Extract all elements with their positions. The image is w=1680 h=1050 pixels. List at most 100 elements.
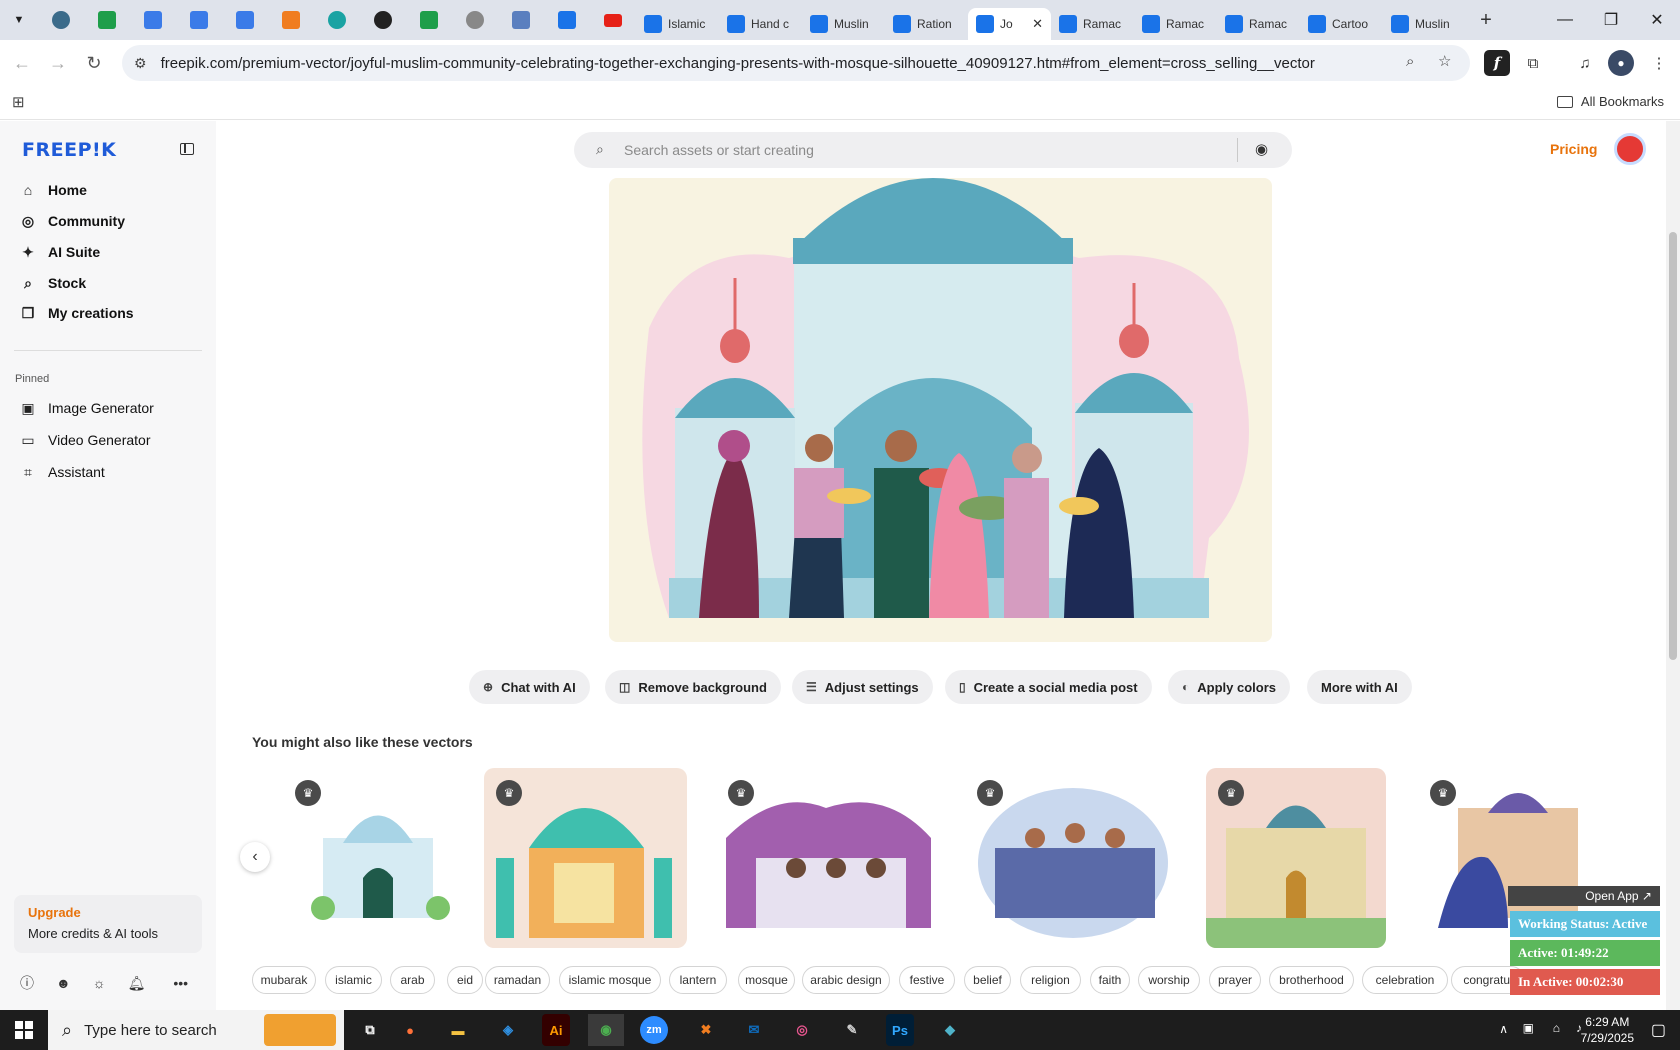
tray-chevron-icon[interactable]: ∧ <box>1499 1022 1508 1036</box>
windows-start-button[interactable] <box>0 1010 48 1050</box>
tag-chip[interactable]: belief <box>964 966 1011 994</box>
pricing-link[interactable]: Pricing <box>1550 141 1597 157</box>
url-text[interactable]: freepik.com/premium-vector/joyful-muslim… <box>161 55 1315 72</box>
ai-action-remove-background[interactable]: ◫ Remove background <box>605 670 781 704</box>
freepik-logo[interactable]: FREEP!K <box>22 139 116 161</box>
sidebar-item-home[interactable]: ⌂ Home <box>20 178 87 202</box>
ai-action-chat-with-ai[interactable]: ⊕ Chat with AI <box>469 670 590 704</box>
pinned-tab-qr[interactable] <box>498 0 544 40</box>
font-extension-icon[interactable]: f <box>1484 50 1510 76</box>
related-thumb[interactable]: ♛ <box>1206 768 1386 948</box>
chrome-icon[interactable]: ◉ <box>588 1014 624 1046</box>
bookmark-star-icon[interactable]: ☆ <box>1438 52 1451 70</box>
open-app-button[interactable]: Open App ↗ <box>1508 886 1660 906</box>
sidebar-item-my-creations[interactable]: ❐ My creations <box>20 301 134 325</box>
tag-chip[interactable]: mubarak <box>252 966 316 994</box>
pinned-tab-sheets-2[interactable] <box>406 0 452 40</box>
restore-button[interactable]: ❐ <box>1588 0 1634 40</box>
pinned-tab-docs-3[interactable] <box>222 0 268 40</box>
close-window-button[interactable]: ✕ <box>1634 0 1680 40</box>
ai-action-apply-colors[interactable]: ◐ Apply colors <box>1168 670 1290 704</box>
browser-tab[interactable]: Ramac <box>1134 8 1217 40</box>
zoom-app-icon[interactable]: zm <box>640 1016 668 1044</box>
pinned-tab-chatgpt[interactable] <box>360 0 406 40</box>
pinned-tab-xampp[interactable] <box>268 0 314 40</box>
browser-tab[interactable]: Ramac <box>1051 8 1134 40</box>
scrollbar-thumb[interactable] <box>1669 232 1677 660</box>
browser-tab[interactable]: Islamic <box>636 8 719 40</box>
ai-action-create-a-social-media-post[interactable]: ▯ Create a social media post <box>945 670 1152 704</box>
pinned-tab-app[interactable] <box>314 0 360 40</box>
app-taskbar-icon[interactable]: ◆ <box>932 1014 968 1046</box>
tag-chip[interactable]: brotherhood <box>1269 966 1354 994</box>
more-options-icon[interactable]: ••• <box>173 975 188 991</box>
tab-search-dropdown[interactable]: ▼ <box>6 7 32 33</box>
pinned-tab-sheets[interactable] <box>84 0 130 40</box>
pinned-item-image-generator[interactable]: ▣ Image Generator <box>20 396 153 420</box>
zoom-icon[interactable]: ⌕ <box>1406 53 1414 70</box>
task-view-icon[interactable]: ⧉ <box>352 1014 388 1046</box>
tag-chip[interactable]: religion <box>1020 966 1081 994</box>
related-thumb[interactable]: ♛ <box>716 768 938 948</box>
hero-vector-image[interactable] <box>609 178 1272 642</box>
pinned-tab-freepik[interactable] <box>544 0 590 40</box>
related-thumb[interactable]: ♛ <box>283 768 468 948</box>
minimize-button[interactable]: — <box>1542 0 1588 40</box>
search-bar[interactable]: ⌕ Search assets or start creating ◉ <box>574 132 1292 168</box>
tag-chip[interactable]: arabic design <box>802 966 890 994</box>
browser-menu-icon[interactable]: ⋮ <box>1646 50 1672 76</box>
tag-chip[interactable]: mosque <box>738 966 795 994</box>
browser-tab[interactable]: Ramac <box>1217 8 1300 40</box>
taskbar-clock[interactable]: 6:29 AM 7/29/2025 <box>1581 1014 1634 1046</box>
all-bookmarks-button[interactable]: All Bookmarks <box>1556 94 1664 109</box>
collapse-sidebar-icon[interactable] <box>180 143 194 155</box>
pinned-tab-youtube[interactable] <box>590 0 636 40</box>
profile-avatar[interactable]: ● <box>1608 50 1634 76</box>
tag-chip[interactable]: arab <box>390 966 435 994</box>
help-icon[interactable]: ⓘ <box>20 973 34 993</box>
tray-app-icon[interactable]: ▣ <box>1523 1021 1534 1035</box>
apps-grid-icon[interactable]: ⊞ <box>12 93 25 111</box>
new-tab-button[interactable]: + <box>1470 4 1502 36</box>
back-button[interactable]: ← <box>4 45 40 81</box>
browser-tab[interactable]: Ration <box>885 8 968 40</box>
pinned-tab-docs-2[interactable] <box>176 0 222 40</box>
photoshop-icon[interactable]: Ps <box>886 1014 914 1046</box>
vscode-icon[interactable]: ◈ <box>490 1014 526 1046</box>
browser-tab[interactable]: Jo ✕ <box>968 8 1051 40</box>
xampp-taskbar-icon[interactable]: ✖ <box>688 1014 724 1046</box>
upgrade-card[interactable]: Upgrade More credits & AI tools <box>14 895 202 953</box>
file-explorer-icon[interactable]: ▬ <box>440 1014 476 1046</box>
forward-button[interactable]: → <box>40 45 76 81</box>
sidebar-item-stock[interactable]: ⌕ Stock <box>20 271 86 295</box>
outlook-icon[interactable]: ✉ <box>736 1014 772 1046</box>
carousel-prev-button[interactable]: ‹ <box>240 842 270 872</box>
site-info-icon[interactable]: ⚙ <box>134 55 147 72</box>
related-thumb[interactable]: ♛ <box>965 768 1175 948</box>
tag-chip[interactable]: faith <box>1090 966 1130 994</box>
pinned-item-video-generator[interactable]: ▭ Video Generator <box>20 428 150 452</box>
tag-chip[interactable]: ramadan <box>485 966 550 994</box>
reload-button[interactable]: ↻ <box>76 45 112 81</box>
network-icon[interactable]: ⌂ <box>1553 1021 1560 1035</box>
notification-center-icon[interactable]: ▢ <box>1651 1020 1666 1040</box>
notifications-bell-icon[interactable]: 🔔︎ <box>128 975 146 992</box>
browser-tab[interactable]: Hand c <box>719 8 802 40</box>
tag-chip[interactable]: celebration <box>1362 966 1448 994</box>
browser-tab[interactable]: Muslin <box>1383 8 1466 40</box>
taskbar-search[interactable]: ⌕ Type here to search <box>48 1010 344 1050</box>
ai-action-more-with-ai[interactable]: More with AI <box>1307 670 1412 704</box>
tag-chip[interactable]: festive <box>899 966 955 994</box>
ai-action-adjust-settings[interactable]: ☰ Adjust settings <box>792 670 933 704</box>
related-thumb[interactable]: ♛ <box>484 768 687 948</box>
taskbar-search-input[interactable]: Type here to search <box>84 1022 217 1039</box>
sidebar-item-community[interactable]: ◎ Community <box>20 209 125 233</box>
pinned-tab-wordpress[interactable] <box>38 0 84 40</box>
pinned-item-assistant[interactable]: ⌗ Assistant <box>20 460 105 484</box>
tag-chip[interactable]: islamic mosque <box>559 966 661 994</box>
browser-tab[interactable]: Cartoo <box>1300 8 1383 40</box>
omnibox[interactable]: ⚙ freepik.com/premium-vector/joyful-musl… <box>122 45 1470 81</box>
close-tab-icon[interactable]: ✕ <box>1032 16 1043 32</box>
browser-tab[interactable]: Muslin <box>802 8 885 40</box>
theme-toggle-icon[interactable]: ☼ <box>93 975 106 991</box>
